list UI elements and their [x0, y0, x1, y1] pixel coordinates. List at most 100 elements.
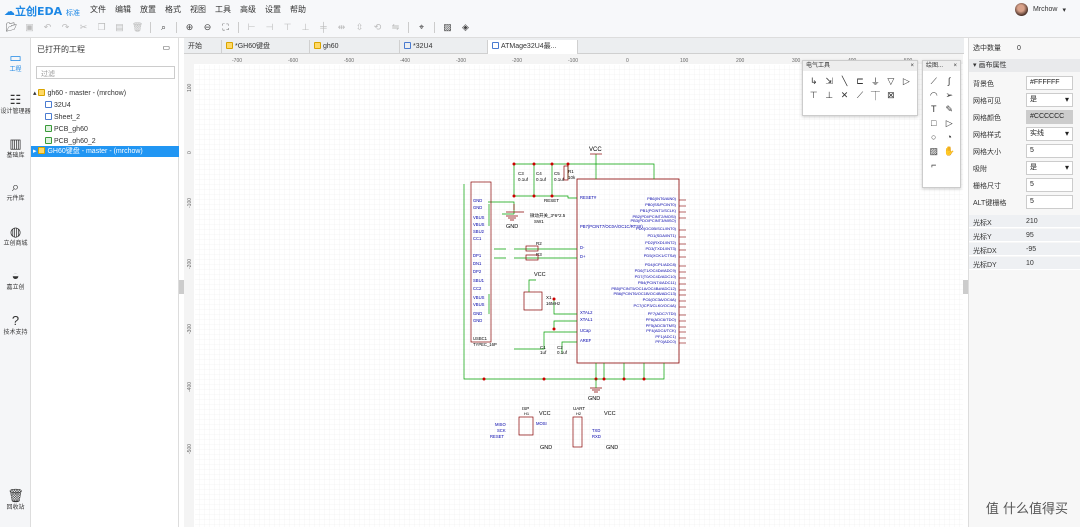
- grid-visible-select[interactable]: 是: [1026, 93, 1073, 107]
- menu-edit[interactable]: 编辑: [115, 4, 131, 15]
- save-icon[interactable]: ▣: [22, 20, 37, 34]
- close-icon[interactable]: ×: [953, 61, 957, 71]
- menu-help[interactable]: 帮助: [290, 4, 306, 15]
- netport-icon[interactable]: ▷: [899, 74, 914, 88]
- redo-icon[interactable]: ↷: [58, 20, 73, 34]
- image-icon[interactable]: ▨: [926, 144, 942, 158]
- align-right-icon[interactable]: ⊣: [262, 20, 277, 34]
- menu-tools[interactable]: 工具: [215, 4, 231, 15]
- tree-item-sheet[interactable]: 32U4: [31, 100, 179, 111]
- bg-color-input[interactable]: #FFFFFF: [1026, 76, 1073, 90]
- grid-color-input[interactable]: #CCCCCC: [1026, 110, 1073, 124]
- fit-icon[interactable]: ⛶: [218, 20, 233, 34]
- nav-lcsc[interactable]: ◍ 立创商城: [0, 224, 31, 248]
- chevron-down-icon[interactable]: ▾: [1062, 6, 1066, 14]
- wire-icon[interactable]: ↳: [806, 74, 821, 88]
- electric-tools-window[interactable]: 电气工具 × ↳ ⇲ ╲ ⊏ ⏚ ▽ ▷ ⊤ ⊥ ✕ ⟋ ⏉ ⊠: [802, 60, 918, 116]
- nav-project[interactable]: ▭ 工程: [0, 50, 31, 74]
- tab-32u4[interactable]: *32U4: [400, 40, 488, 54]
- netlabel-icon[interactable]: ⊏: [852, 74, 867, 88]
- polyline-icon[interactable]: ⟋: [926, 74, 942, 88]
- no-connect-icon[interactable]: ✕: [837, 88, 852, 102]
- layers-icon[interactable]: ◈: [458, 20, 473, 34]
- folder-open-icon[interactable]: 📂︎: [4, 20, 19, 34]
- drag-icon[interactable]: ✋: [942, 144, 958, 158]
- tree-item-pcb[interactable]: PCB_gh60: [31, 124, 179, 135]
- schematic-canvas[interactable]: -700 -600 -500 -400 -300 -200 -100 0 100…: [184, 54, 963, 527]
- arrow-icon[interactable]: ➢: [942, 88, 958, 102]
- undo-icon[interactable]: ↶: [40, 20, 55, 34]
- delete-icon[interactable]: 🗑︎: [130, 20, 145, 34]
- circle-icon[interactable]: ○: [926, 130, 942, 144]
- tree-item-project[interactable]: ▴ gh60 - master - (mrchow): [31, 88, 179, 99]
- bus-entry-icon[interactable]: ╲: [837, 74, 852, 88]
- snap-select[interactable]: 是: [1026, 161, 1073, 175]
- menu-view[interactable]: 视图: [190, 4, 206, 15]
- cut-icon[interactable]: ✂: [76, 20, 91, 34]
- draw-tools-header[interactable]: 绘图... ×: [923, 61, 960, 71]
- tab-gh60-keyboard[interactable]: *GH60键盘: [222, 40, 310, 54]
- rect-icon[interactable]: □: [926, 116, 942, 130]
- paste-icon[interactable]: ▤: [112, 20, 127, 34]
- user-menu[interactable]: Mrchow ▾: [1014, 3, 1066, 16]
- menu-settings[interactable]: 设置: [265, 4, 281, 15]
- flip-icon[interactable]: ⇋: [388, 20, 403, 34]
- menu-file[interactable]: 文件: [90, 4, 106, 15]
- snap-size-input[interactable]: 5: [1026, 178, 1073, 192]
- pie-icon[interactable]: ◔: [942, 130, 958, 144]
- close-icon[interactable]: ×: [910, 61, 914, 71]
- nav-component-lib[interactable]: ⌕ 元件库: [0, 179, 31, 203]
- pointer-icon[interactable]: ⌖: [414, 20, 429, 34]
- alt-snap-input[interactable]: 5: [1026, 195, 1073, 209]
- nav-basic-lib[interactable]: ▥ 基础库: [0, 136, 31, 160]
- tree-item-project-selected[interactable]: ▸ GH60键盘 - master - (mrchow): [31, 146, 179, 157]
- nav-support[interactable]: ? 技术支持: [0, 313, 31, 337]
- tab-start[interactable]: 开始: [184, 40, 222, 54]
- image-icon[interactable]: ▨: [440, 20, 455, 34]
- nav-recycle-bin[interactable]: 🗑︎ 回收站: [0, 488, 31, 512]
- align-center-icon[interactable]: ╪: [316, 20, 331, 34]
- app-logo[interactable]: ☁立创EDA 标准: [4, 3, 80, 19]
- align-left-icon[interactable]: ⊢: [244, 20, 259, 34]
- tab-gh60[interactable]: gh60: [310, 40, 400, 54]
- vcc-symbol[interactable]: VCC: [589, 147, 602, 155]
- arc-icon[interactable]: ◠: [926, 88, 942, 102]
- zoom-in-icon[interactable]: ⊕: [182, 20, 197, 34]
- avatar[interactable]: [1014, 3, 1028, 16]
- poly-icon[interactable]: ▷: [942, 116, 958, 130]
- grid-size-input[interactable]: 5: [1026, 144, 1073, 158]
- menu-format[interactable]: 格式: [165, 4, 181, 15]
- user-name[interactable]: Mrchow: [1033, 6, 1058, 13]
- bus-icon[interactable]: ⇲: [821, 74, 836, 88]
- grid-style-select[interactable]: 实线: [1026, 127, 1073, 141]
- electric-tools-header[interactable]: 电气工具 ×: [803, 61, 917, 71]
- search-icon[interactable]: ⌕: [156, 20, 171, 34]
- rotate-icon[interactable]: ⟲: [370, 20, 385, 34]
- nav-jlc[interactable]: ◒ 嘉立创: [0, 268, 31, 292]
- group-icon[interactable]: ⟋: [852, 88, 867, 102]
- distribute-v-icon[interactable]: ⇳: [352, 20, 367, 34]
- pin-icon[interactable]: ⊥: [821, 88, 836, 102]
- folder-icon[interactable]: ▭: [162, 43, 170, 52]
- filter-input[interactable]: 过滤: [36, 66, 175, 79]
- origin-icon[interactable]: ⌐: [926, 158, 942, 172]
- netflag-vcc-icon[interactable]: ▽: [883, 74, 898, 88]
- align-top-icon[interactable]: ⊤: [280, 20, 295, 34]
- netflag-gnd-icon[interactable]: ⏚: [868, 74, 883, 88]
- text-icon[interactable]: T: [926, 102, 942, 116]
- align-bottom-icon[interactable]: ⊥: [298, 20, 313, 34]
- tab-atmega32u4[interactable]: ATMage32U4最...: [488, 40, 578, 54]
- menu-advanced[interactable]: 高级: [240, 4, 256, 15]
- distribute-h-icon[interactable]: ⇹: [334, 20, 349, 34]
- freehand-icon[interactable]: ✎: [942, 102, 958, 116]
- menu-place[interactable]: 放置: [140, 4, 156, 15]
- bezier-icon[interactable]: ∫: [942, 74, 958, 88]
- footprint-icon[interactable]: ⊠: [883, 88, 898, 102]
- voltage-probe-icon[interactable]: ⊤: [806, 88, 821, 102]
- ungroup-icon[interactable]: ⏉: [868, 88, 883, 102]
- chevron-down-icon[interactable]: ▾: [973, 62, 977, 69]
- tree-item-sheet[interactable]: Sheet_2: [31, 112, 179, 123]
- schematic-drawing[interactable]: -700 -600 -500 -400 -300 -200 -100 0 100…: [184, 54, 963, 527]
- copy-icon[interactable]: ❐: [94, 20, 109, 34]
- zoom-out-icon[interactable]: ⊖: [200, 20, 215, 34]
